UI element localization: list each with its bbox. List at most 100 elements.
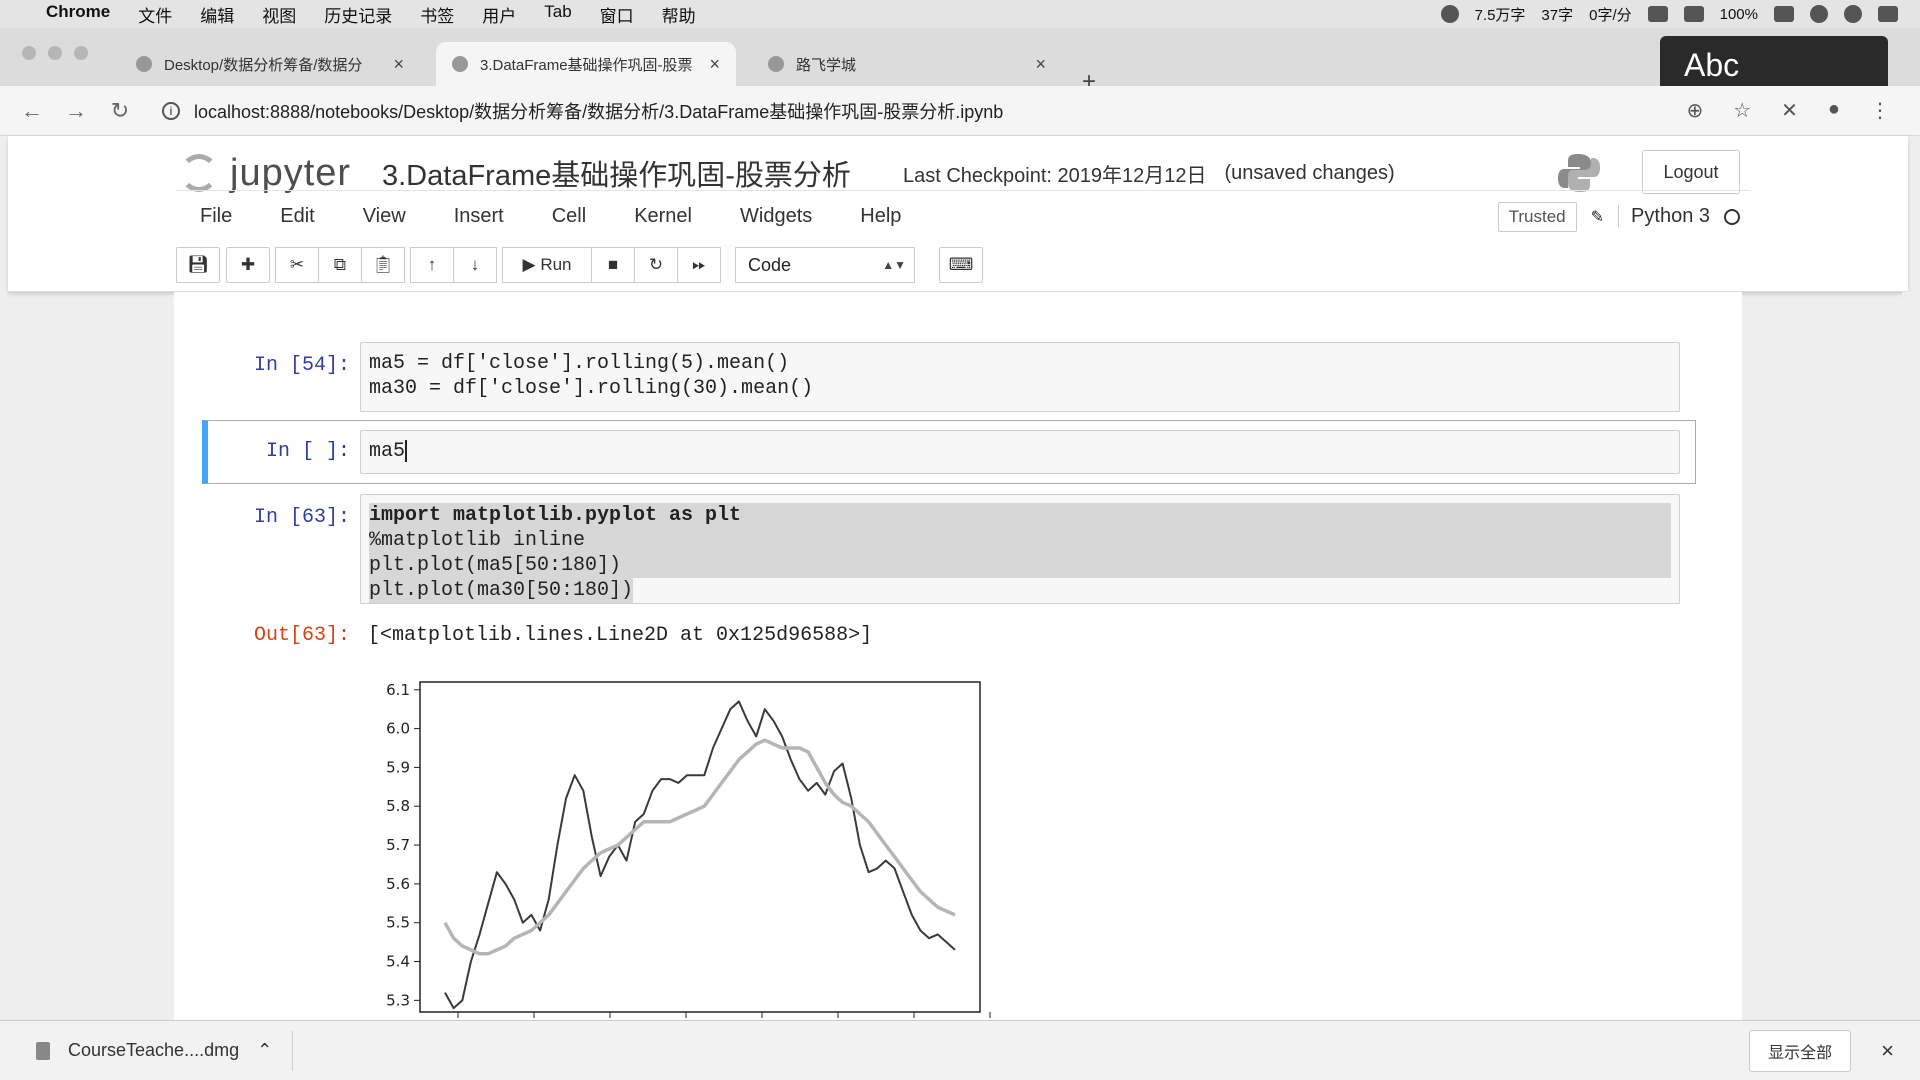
mac-menu-view[interactable]: 视图 [262,2,296,27]
kebab-menu-icon[interactable]: ⋮ [1870,98,1890,123]
menu-edit[interactable]: Edit [256,205,338,228]
download-item[interactable]: CourseTeache....dmg ⌃ [0,1030,294,1071]
mac-menu-edit[interactable]: 编辑 [200,2,234,27]
tab-title: Desktop/数据分析筹备/数据分 [164,56,363,74]
tab-favicon [452,56,468,72]
code-cell-63[interactable]: In [63]: import matplotlib.pyplot as plt… [200,494,1690,604]
zoom-icon[interactable]: ⊕ [1686,98,1703,123]
kernel-name[interactable]: Python 3 [1618,205,1710,228]
paste-icon[interactable]: 📋︎ [361,247,405,283]
cut-icon[interactable]: ✂ [275,247,319,283]
line-chart: 6.1 6.0 5.9 5.8 5.7 5.6 5.5 5.4 5.3 [386,681,991,1018]
omnibox[interactable]: i localhost:8888/notebooks/Desktop/数据分析筹… [162,98,1003,124]
page-scrollbar[interactable] [1902,292,1912,1020]
output-prompt: Out[63]: [253,624,350,647]
y-tick-label: 5.5 [386,914,410,932]
mac-app-menu: Chrome 文件 编辑 视图 历史记录 书签 用户 Tab 窗口 帮助 [46,2,696,27]
file-icon [36,1041,50,1060]
interrupt-stop-icon[interactable]: ■ [591,247,635,283]
insert-cell-button[interactable]: ✚ [226,247,270,283]
logout-button[interactable]: Logout [1642,150,1740,194]
volume-icon[interactable] [1683,6,1704,22]
close-download-bar-icon[interactable]: × [1881,1038,1894,1064]
input-prompt: In [54]: [253,354,350,377]
code-line: %matplotlib inline [369,528,1671,553]
restart-kernel-icon[interactable]: ↻ [634,247,678,283]
browser-tab-desktop[interactable]: Desktop/数据分析筹备/数据分 × [120,42,420,86]
y-tick-label: 6.0 [386,720,410,738]
chevron-up-icon[interactable]: ⌃ [257,1040,272,1061]
menu-kernel[interactable]: Kernel [610,205,716,228]
mac-menu-window[interactable]: 窗口 [600,2,634,27]
tab-close-icon[interactable]: × [393,54,404,75]
code-input[interactable]: ma5 = df['close'].rolling(5).mean() ma30 … [360,342,1680,412]
extension-icon[interactable]: ✕ [1781,98,1798,123]
save-button[interactable]: 💾︎ [176,247,220,283]
mac-menu-file[interactable]: 文件 [138,2,172,27]
input-prompt: In [ ]: [265,440,350,463]
input-prompt: In [63]: [253,506,350,529]
close-window-button[interactable] [22,46,36,60]
code-line: ma5 [369,440,406,463]
url-text[interactable]: localhost:8888/notebooks/Desktop/数据分析筹备/… [194,98,1003,124]
download-bar: CourseTeache....dmg ⌃ 显示全部 × [0,1020,1920,1080]
download-filename: CourseTeache....dmg [68,1040,240,1060]
cell-type-select[interactable]: Code ▲▼ [735,247,915,283]
code-input[interactable]: import matplotlib.pyplot as plt %matplotl… [360,494,1680,604]
code-cell-54[interactable]: In [54]: ma5 = df['close'].rolling(5).me… [200,342,1690,412]
tab-close-icon[interactable]: × [1035,54,1046,75]
zoom-window-button[interactable] [74,46,88,60]
y-tick-label: 5.3 [386,991,410,1009]
menu-cell[interactable]: Cell [528,205,610,228]
menu-insert[interactable]: Insert [430,205,528,228]
move-down-arrow-icon[interactable]: ↓ [453,247,497,283]
mac-menu-bookmarks[interactable]: 书签 [420,2,454,27]
status-app-icon[interactable] [1440,5,1459,23]
trusted-badge[interactable]: Trusted [1497,201,1577,232]
mac-status-area: 7.5万字 37字 0字/分 100% [1440,4,1920,25]
forward-arrow-icon[interactable]: → [64,98,88,124]
back-arrow-icon[interactable]: ← [20,98,44,124]
browser-tab-lufei[interactable]: 路飞学城 × [752,42,1062,86]
mac-menu-people[interactable]: 用户 [482,2,516,27]
jupyter-logo-text: jupyter [230,151,352,194]
minimize-window-button[interactable] [48,46,62,60]
mac-menu-tab[interactable]: Tab [544,2,571,27]
code-line: plt.plot(ma30[50:180]) [369,578,634,603]
code-cell-empty[interactable]: In [ ]: ma5 [200,430,1690,478]
profile-avatar-icon[interactable]: ● [1828,98,1840,123]
tab-favicon [768,56,784,72]
show-all-downloads-button[interactable]: 显示全部 [1749,1029,1852,1072]
menu-file[interactable]: File [176,205,256,228]
tab-title: 路飞学城 [796,56,857,74]
battery-icon[interactable] [1774,6,1794,22]
wifi-icon[interactable] [1647,6,1668,22]
code-input-active[interactable]: ma5 [360,430,1680,474]
menu-widgets[interactable]: Widgets [716,205,836,228]
word-count-total: 7.5万字 [1474,6,1526,24]
jupyter-header: jupyter 3.DataFrame基础操作巩固-股票分析 Last Chec… [8,136,1908,292]
site-info-icon[interactable]: i [162,101,180,120]
last-checkpoint: Last Checkpoint: 2019年12月12日 [903,164,1207,187]
run-button[interactable]: ▶︎ Run [502,247,592,283]
clock-icon[interactable] [1810,5,1828,23]
kernel-idle-icon [1724,208,1740,225]
menu-help[interactable]: Help [836,205,925,228]
command-palette-keyboard-icon[interactable]: ⌨ [939,247,983,283]
spotlight-search-icon[interactable] [1844,5,1862,23]
restart-run-all-icon[interactable]: ⏩︎ [677,247,721,283]
move-up-arrow-icon[interactable]: ↑ [410,247,454,283]
notification-center-icon[interactable] [1878,6,1898,22]
y-tick-label: 5.8 [386,797,410,815]
mac-menu-chrome[interactable]: Chrome [46,2,110,27]
browser-tab-notebook[interactable]: 3.DataFrame基础操作巩固-股票 × [436,42,736,86]
mac-menu-help[interactable]: 帮助 [662,2,696,27]
copy-icon[interactable]: ⧉ [318,247,362,283]
menu-view[interactable]: View [339,205,430,228]
edit-mode-pencil-icon: ✎ [1590,208,1605,226]
tab-close-icon[interactable]: × [709,54,720,75]
reload-icon[interactable]: ↻ [108,98,132,124]
bookmark-star-icon[interactable]: ☆ [1733,98,1751,123]
unsaved-changes: (unsaved changes) [1224,161,1395,184]
mac-menu-history[interactable]: 历史记录 [324,2,392,27]
